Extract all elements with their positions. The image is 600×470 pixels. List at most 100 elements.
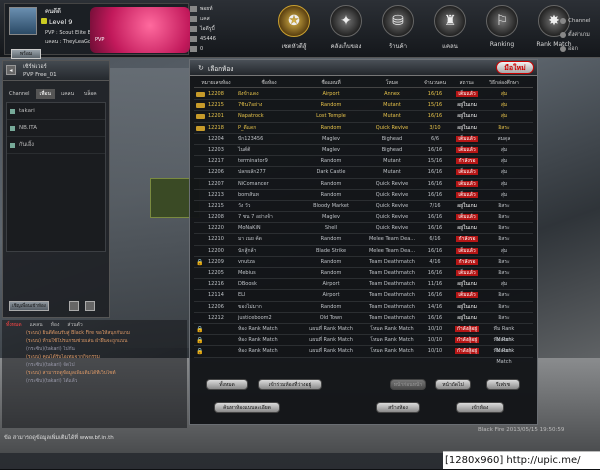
room-map: Bloody Market — [313, 202, 349, 209]
room-status-cell: กำลังสู้อยู่ — [448, 335, 486, 345]
tab-channel[interactable]: Channel — [5, 89, 34, 99]
server-time: Black Fire 2013/05/15 19:50:59 — [478, 427, 565, 433]
next-page-button[interactable]: หน้าถัดไป — [435, 379, 471, 390]
chat-tab-all[interactable]: ทั้งหมด — [2, 320, 26, 330]
list-item[interactable]: NB.ITA — [7, 120, 105, 137]
chat-tab-private[interactable]: ส่วนตัว — [63, 320, 86, 330]
avatar — [9, 7, 37, 35]
table-row[interactable]: 12200 นักสู้กล้า Blade Strike Melee Team De… — [194, 246, 533, 257]
banner-text: PVP — [95, 37, 105, 43]
room-team-rule: อิสระ — [498, 258, 510, 265]
nav-ranking[interactable]: ⚐ Ranking — [478, 2, 526, 56]
refresh-icon[interactable]: ↻ — [198, 64, 204, 72]
enter-room-button[interactable]: เข้าห้อง — [456, 402, 504, 413]
ranking-icon: ⚐ — [486, 5, 518, 37]
col-map[interactable]: ชื่อแผนที่ — [300, 79, 362, 87]
tab-clan[interactable]: แคลน — [57, 89, 78, 99]
chat-input[interactable]: ข้อ สามารถดูข้อมูลเพิ่มเติมได้ที่ www.bf… — [2, 432, 542, 444]
back-icon[interactable]: ◂ — [6, 65, 16, 75]
table-row[interactable]: 🔒 ห้อง Rank Match แผนที่ Rank Match โหมด Ra… — [194, 346, 533, 365]
channel-link[interactable]: Channel — [560, 14, 600, 28]
col-team-rule[interactable]: วิธีกล่องศึกษา — [486, 79, 522, 87]
table-row[interactable]: 12220 MoNaKiN Shell Quick Revive 16/16 อยู่ใน… — [194, 223, 533, 235]
room-window-buttons: ทั้งหมด เข้าร่วมห้องที่ว่างอยู่ หน้าก่อน… — [190, 376, 539, 413]
detailed-search-button[interactable]: ค้นหาห้องแบบละเอียด — [214, 402, 280, 413]
status-badge: กำลังรอ — [456, 258, 478, 265]
table-row[interactable]: 12205 Mebius Random Team Deathmatch 16/16 เต็… — [194, 268, 533, 280]
invite-button[interactable]: เชิญเพื่อนเข้าห้อง — [9, 301, 49, 311]
table-row[interactable]: 12204 บีก123456 Maglev Bighead 6/6 เต็มแล้ว สม… — [194, 134, 533, 145]
col-status[interactable]: สถานะ — [448, 79, 486, 87]
ready-button[interactable]: พร้อม — [11, 49, 41, 59]
table-row[interactable]: 12206 ของไม่มาก Random Team Deathmatch 14/16… — [194, 302, 533, 313]
room-map: Random — [320, 270, 342, 276]
chat-message: (กระซิบ)(takari) จัดไป — [26, 363, 75, 368]
table-row[interactable]: 12218 P_ดีแดก Random Quick Revive 3/10 อยู่ใน… — [194, 123, 533, 134]
main-navigation: ✪ เซตหัวดีสู้ ✦ คลังเก็บของ ⛁ ร้านค้า ♜ แคลน… — [270, 2, 582, 56]
all-rooms-button[interactable]: ทั้งหมด — [206, 379, 248, 390]
new-player-button[interactable]: มือใหม่ — [496, 61, 534, 74]
prev-page-button[interactable]: หน้าก่อนหน้า — [390, 379, 426, 390]
chat-tab-clan[interactable]: แคลน — [26, 320, 47, 330]
room-team-rule: สุ่ม — [500, 180, 508, 187]
table-row[interactable]: 12114 ELI Airport Team Deathmatch 16/16 เต็มแ… — [194, 290, 533, 302]
room-mode: Team Deathmatch — [369, 303, 415, 310]
status-badge: อยู่ในเกม — [457, 303, 477, 310]
col-mode[interactable]: โหมด — [362, 79, 422, 87]
room-status-cell: กำลังรอ — [448, 156, 486, 166]
room-status-cell: เต็มแล้ว — [448, 89, 486, 99]
table-row[interactable]: 12203 ไนต์ต้ Maglev Bighead 16/16 เต็มแล้ว สุ่… — [194, 145, 533, 157]
list-item[interactable]: takari — [7, 103, 105, 120]
list-item[interactable]: กันเอิ้ง — [7, 137, 105, 154]
table-row[interactable]: 12206 ปลกผลัก277 Dark Castle Mutant 16/16 เต็… — [194, 167, 533, 179]
table-row[interactable]: 12208 ฝังข้าแดง Airport Annex 16/16 เต็มแล้ว ส… — [194, 89, 533, 101]
room-map: Airport — [322, 281, 340, 288]
remove-friend-button[interactable] — [85, 301, 95, 311]
chat-tab-room[interactable]: ห้อง — [47, 320, 64, 330]
nav-clan[interactable]: ♜ แคลน — [426, 2, 474, 56]
nav-shop[interactable]: ⛁ ร้านค้า — [374, 2, 422, 56]
room-team-rule: อิสระ — [498, 314, 510, 321]
room-mode: โหมด Rank Match — [370, 348, 414, 355]
room-team-rule: อิสระ — [498, 236, 510, 243]
refresh-button[interactable]: รีเฟรช — [486, 379, 520, 390]
table-row[interactable]: 12213 bomสันท Random Quick Revive 16/16 เต็มแ… — [194, 190, 533, 201]
col-room-number[interactable]: หมายเลขห้อง — [194, 79, 238, 87]
room-icon-cell — [194, 302, 206, 312]
table-row[interactable]: 12210 มา เนย ค้ด Random Melee Team Dea... 6/… — [194, 234, 533, 246]
room-name: ของไม่มาก — [238, 303, 262, 310]
create-room-button[interactable]: สร้างห้อง — [376, 402, 420, 413]
table-row[interactable]: 🔒 12209 vnutza Random Team Deathmatch 4/16 กำล… — [194, 257, 533, 268]
tab-block[interactable]: บล็อค — [80, 89, 101, 99]
table-row[interactable]: 🔒 ห้อง Rank Match แผนที่ Rank Match โหมด Ra… — [194, 335, 533, 354]
settings-link[interactable]: ตั้งค่าเกม — [560, 28, 600, 42]
room-team-rule: อิสระ — [498, 292, 510, 299]
room-status-cell: เต็มแล้ว — [448, 134, 486, 144]
room-number: 12201 — [208, 113, 224, 120]
status-badge: เต็มแล้ว — [456, 169, 478, 176]
nav-inventory[interactable]: ✦ คลังเก็บของ — [322, 2, 370, 56]
exit-link[interactable]: ออก — [560, 42, 600, 56]
table-row[interactable]: 12208 7 ชน 7 อย่างจ้า Maglev Quick Revive 16… — [194, 212, 533, 224]
table-row[interactable]: 🔒 ห้อง Rank Match แผนที่ Rank Match โหมด Ra… — [194, 324, 533, 343]
room-mode: โหมด Rank Match — [370, 337, 414, 344]
table-row[interactable]: 12215 7ชิน7อย่าง Random Mutant 15/16 อยู่ในเก… — [194, 100, 533, 112]
table-row[interactable]: 12201 Napatrock Lost Temple Mutant 16/16 อยู่… — [194, 111, 533, 123]
status-badge: กำลังรอ — [456, 236, 478, 243]
room-number: 12206 — [208, 303, 224, 310]
col-room-name[interactable]: ชื่อห้อง — [238, 79, 300, 87]
room-mode: Annex — [384, 91, 400, 97]
table-row[interactable]: 12215 วัง วัว Bloody Market Quick Revive 7/1… — [194, 201, 533, 213]
table-row[interactable]: 12217 terminator9 Random Mutant 15/16 กำลังรอ… — [194, 156, 533, 168]
room-name: บีก123456 — [238, 135, 264, 142]
tab-friends[interactable]: เพื่อน — [35, 89, 55, 99]
player-level: Level 9 — [49, 18, 73, 26]
room-window-title: เลือกห้อง — [208, 65, 234, 73]
table-row[interactable]: 12216 DBoosk Airport Team Deathmatch 11/16 อย… — [194, 279, 533, 291]
table-row[interactable]: 12212 justiceboom2 Old Town Team Deathmatch… — [194, 313, 533, 324]
col-players[interactable]: จำนวนคน — [422, 79, 448, 87]
table-row[interactable]: 12207 NiComancer Random Quick Revive 16/16 เต… — [194, 179, 533, 190]
nav-lobby[interactable]: ✪ เซตหัวดีสู้ — [270, 2, 318, 56]
join-waiting-button[interactable]: เข้าร่วมห้องที่ว่างอยู่ — [258, 379, 322, 390]
add-friend-button[interactable] — [69, 301, 79, 311]
